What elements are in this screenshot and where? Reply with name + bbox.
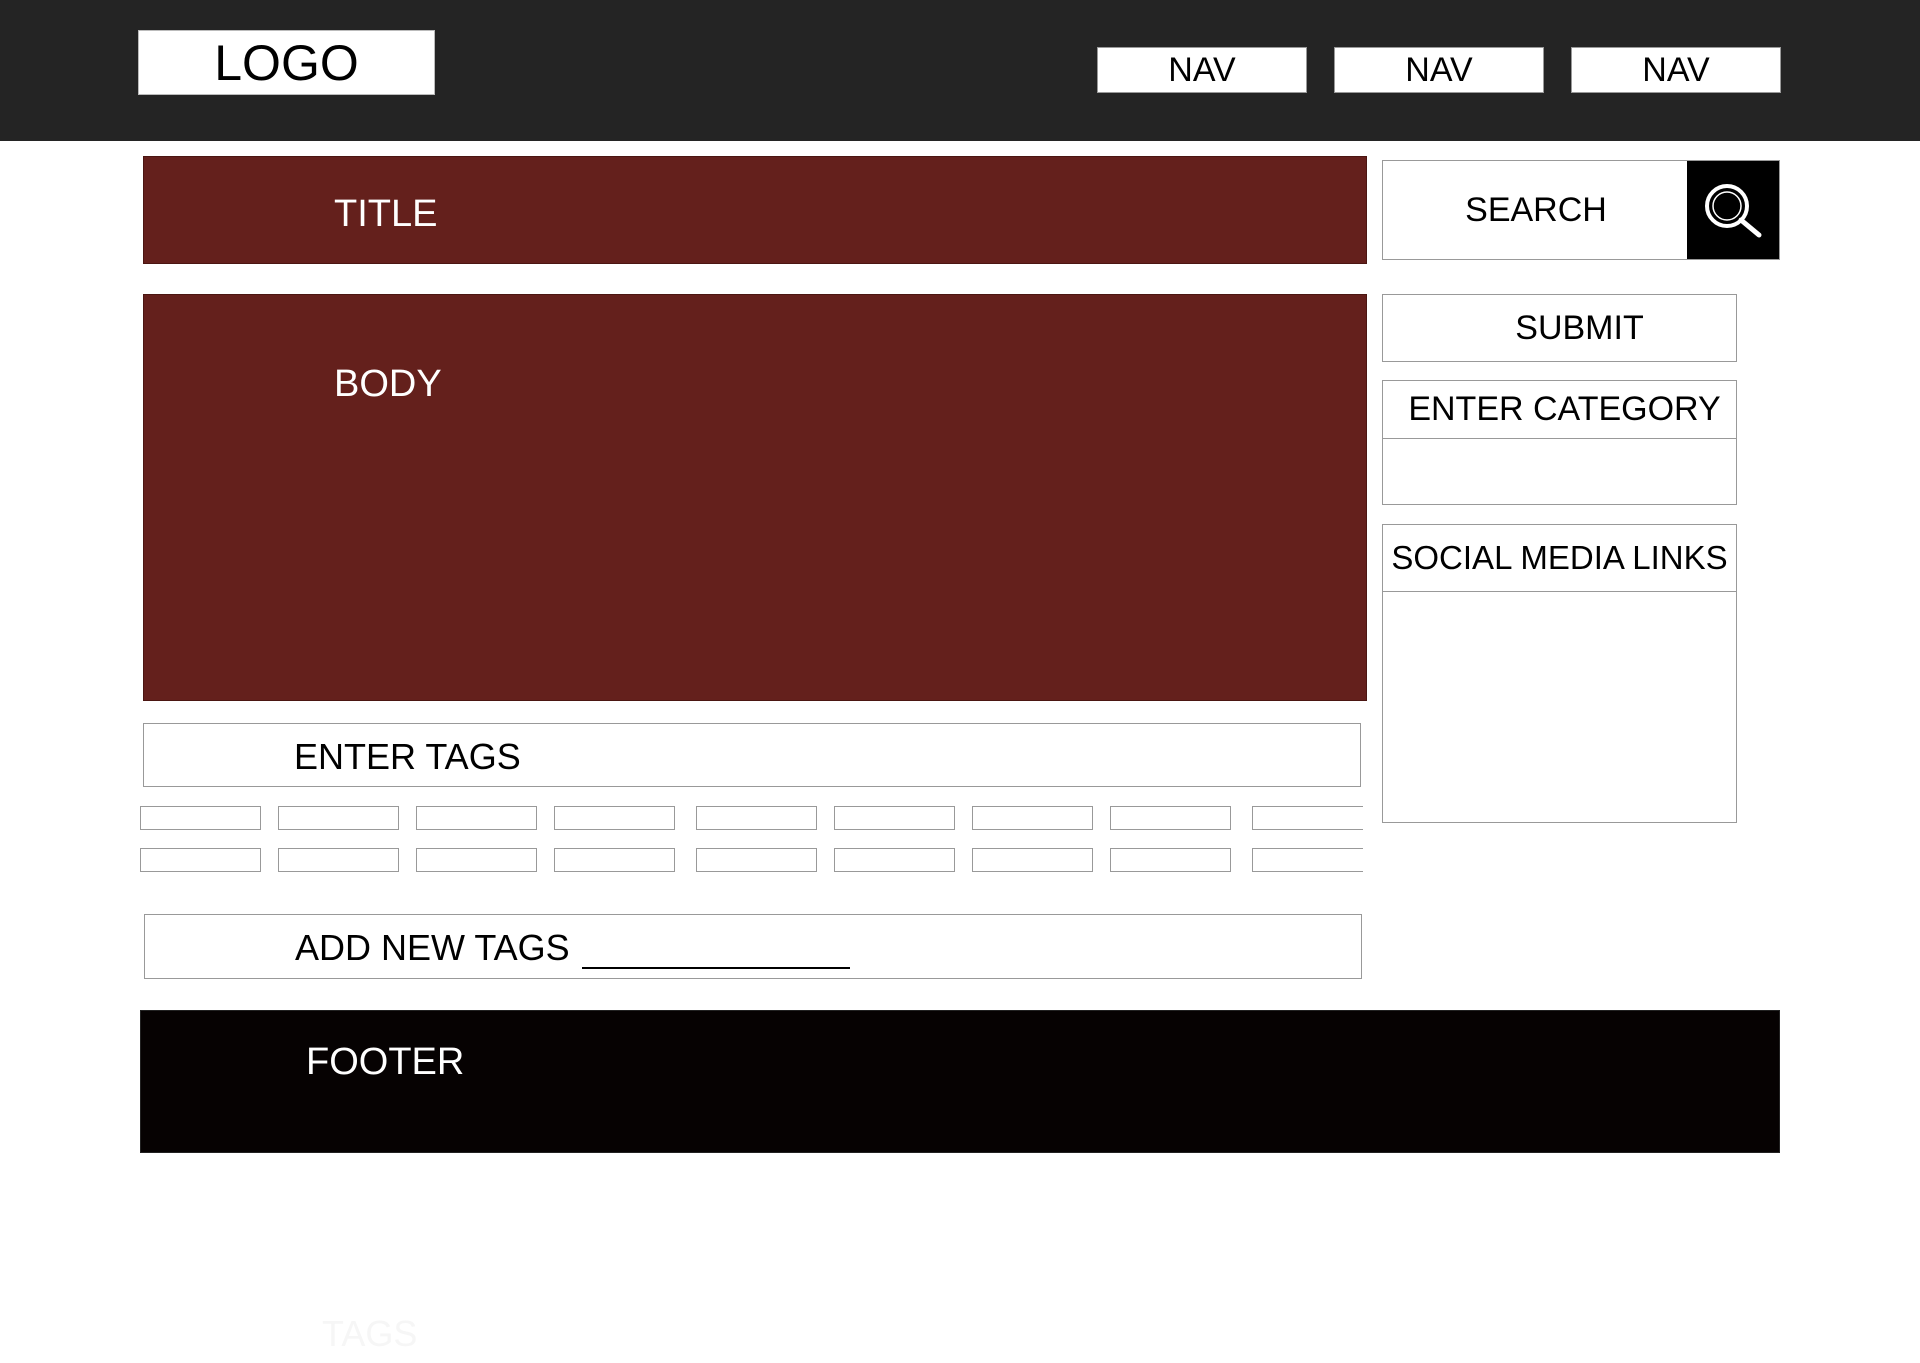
tag-chip[interactable]: [278, 848, 399, 872]
tag-chip[interactable]: [834, 848, 955, 872]
site-header: LOGO NAV NAV NAV: [0, 0, 1920, 141]
body-area: BODY: [143, 294, 1367, 701]
tag-chip[interactable]: [1252, 848, 1363, 872]
tag-chip[interactable]: [278, 806, 399, 830]
tag-chip[interactable]: [416, 848, 537, 872]
ghost-tags-label: TAGS: [322, 1313, 418, 1354]
enter-tags-input[interactable]: ENTER TAGS: [143, 723, 1361, 787]
title-bar: TITLE: [143, 156, 1367, 264]
page: LOGO NAV NAV NAV TITLE BODY SEARCH SUBMI…: [0, 0, 1920, 1363]
page-title: TITLE: [334, 193, 438, 235]
add-new-tags-label: ADD NEW TAGS: [295, 927, 850, 969]
logo[interactable]: LOGO: [138, 30, 435, 95]
nav-item-3[interactable]: NAV: [1571, 47, 1781, 93]
site-footer: FOOTER: [140, 1010, 1780, 1153]
search-box: SEARCH: [1382, 160, 1780, 260]
enter-tags-label: ENTER TAGS: [294, 736, 521, 777]
tag-chip[interactable]: [834, 806, 955, 830]
tag-chip[interactable]: [1110, 848, 1231, 872]
search-input[interactable]: SEARCH: [1383, 161, 1689, 259]
category-box: ENTER CATEGORY: [1382, 380, 1737, 505]
category-input[interactable]: [1383, 439, 1736, 505]
tag-chip[interactable]: [554, 806, 675, 830]
tag-chip[interactable]: [416, 806, 537, 830]
tag-chip[interactable]: [696, 848, 817, 872]
add-new-tags-field[interactable]: ADD NEW TAGS: [144, 914, 1362, 979]
footer-label: FOOTER: [306, 1041, 465, 1083]
tag-chip[interactable]: [696, 806, 817, 830]
social-media-label: SOCIAL MEDIA LINKS: [1383, 525, 1736, 592]
tag-chip[interactable]: [1252, 806, 1363, 830]
body-label: BODY: [334, 363, 442, 405]
tag-chip[interactable]: [140, 806, 261, 830]
search-button[interactable]: [1687, 161, 1779, 259]
nav-item-2[interactable]: NAV: [1334, 47, 1544, 93]
tag-chip[interactable]: [554, 848, 675, 872]
category-label: ENTER CATEGORY: [1383, 381, 1736, 439]
tag-chip[interactable]: [972, 848, 1093, 872]
nav-item-1[interactable]: NAV: [1097, 47, 1307, 93]
tag-chip[interactable]: [972, 806, 1093, 830]
tag-chip[interactable]: [140, 848, 261, 872]
tag-chip[interactable]: [1110, 806, 1231, 830]
social-media-box: SOCIAL MEDIA LINKS: [1382, 524, 1737, 823]
search-icon: [1705, 184, 1762, 238]
add-tags-underline: [581, 939, 850, 969]
submit-button[interactable]: SUBMIT: [1382, 294, 1737, 362]
